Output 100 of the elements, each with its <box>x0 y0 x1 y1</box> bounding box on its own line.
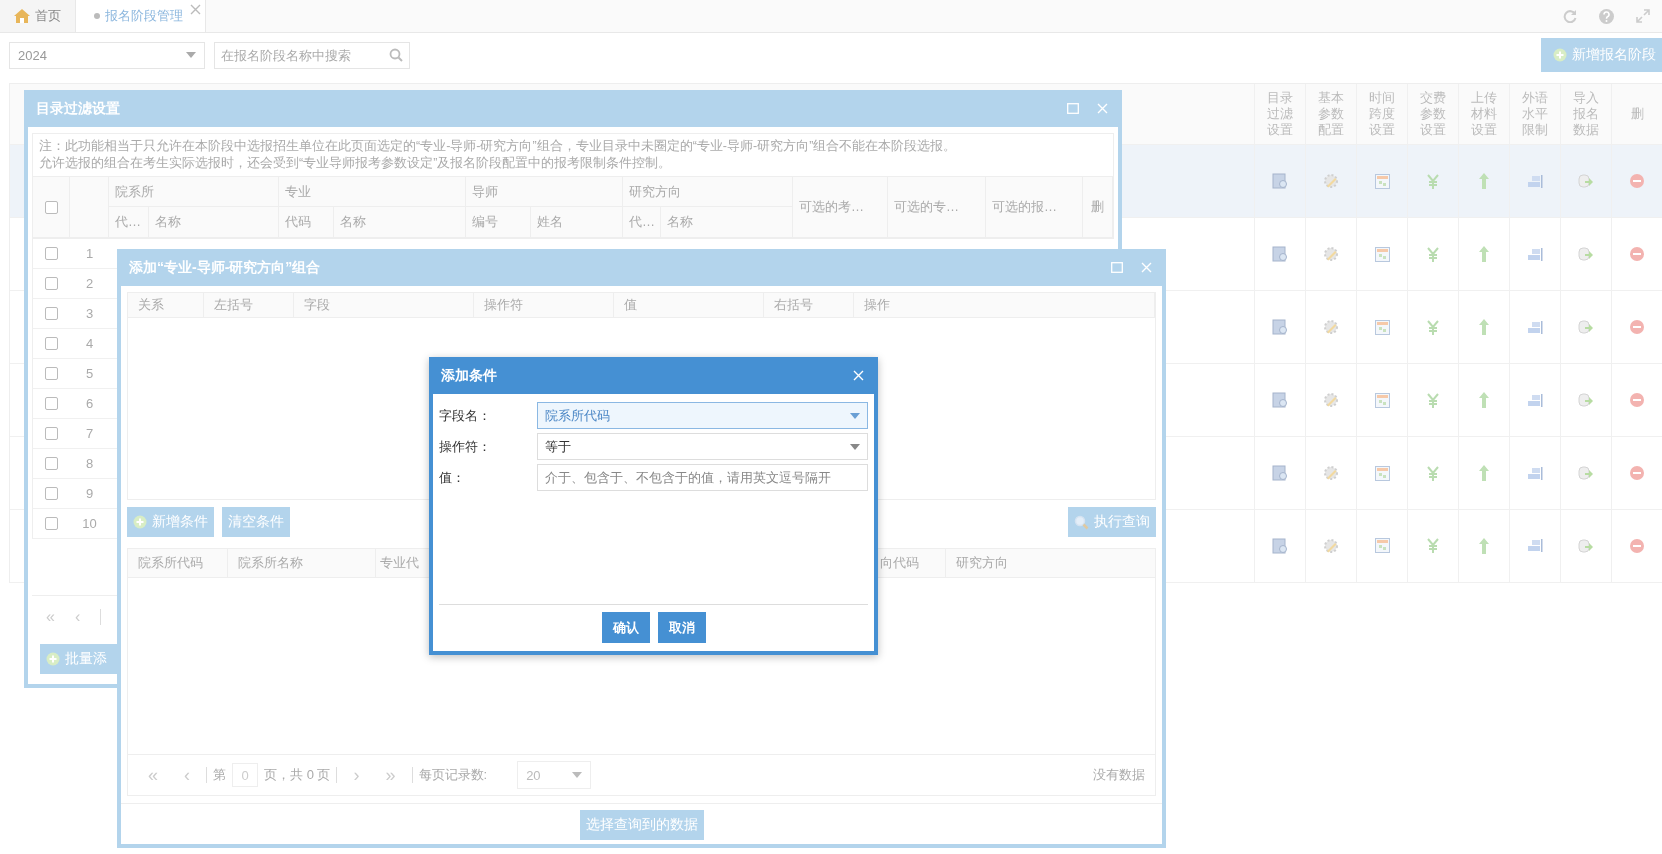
up-arrow-icon[interactable] <box>1479 173 1489 190</box>
minus-circle-icon[interactable] <box>1629 465 1645 481</box>
gear-pencil-icon[interactable] <box>1323 392 1339 409</box>
refresh-icon[interactable] <box>1563 9 1577 23</box>
calendar-icon[interactable] <box>1374 173 1390 189</box>
up-arrow-icon[interactable] <box>1479 246 1489 263</box>
column-header: 时间跨度设置 <box>1368 90 1396 139</box>
page-total: 页，共 0 页 <box>264 766 331 784</box>
checkbox[interactable] <box>45 367 58 380</box>
pager-button[interactable]: « <box>46 608 55 626</box>
yen-icon[interactable] <box>1427 173 1439 189</box>
column-header: 代… <box>115 213 141 231</box>
column-header: 上传材料设置 <box>1470 90 1498 139</box>
checkbox[interactable] <box>45 307 58 320</box>
calendar-icon[interactable] <box>1374 538 1390 554</box>
bars-icon[interactable] <box>1527 174 1543 188</box>
checkbox[interactable] <box>45 397 58 410</box>
bars-icon[interactable] <box>1527 393 1543 407</box>
year-select[interactable]: 2024 <box>9 41 205 69</box>
yen-icon[interactable] <box>1427 392 1439 408</box>
select-field[interactable]: 院系所代码 <box>537 402 868 429</box>
column-header: 代… <box>629 213 655 231</box>
calendar-icon[interactable] <box>1374 392 1390 408</box>
up-arrow-icon[interactable] <box>1479 392 1489 409</box>
last-page-button[interactable]: » <box>375 764 406 786</box>
gear-pencil-icon[interactable] <box>1323 465 1339 481</box>
up-arrow-icon[interactable] <box>1479 319 1489 336</box>
add-stage-button[interactable]: 新增报名阶段 <box>1541 38 1662 72</box>
checkbox[interactable] <box>44 200 58 214</box>
previous-page-button[interactable]: ‹ <box>174 764 200 786</box>
row-number: 6 <box>85 396 94 411</box>
maximize-icon[interactable] <box>1111 262 1123 273</box>
database-arrow-icon[interactable] <box>1578 537 1594 554</box>
up-arrow-icon[interactable] <box>1479 537 1489 554</box>
minus-circle-icon[interactable] <box>1629 537 1645 554</box>
bars-icon[interactable] <box>1527 539 1543 553</box>
checkbox[interactable] <box>45 427 58 440</box>
value-field[interactable]: 介于、包含于、不包含于的值，请用英文逗号隔开 <box>537 464 868 491</box>
note-text: 注：此功能相当于只允许在本阶段中选报招生单位在此页面选定的“专业-导师-研究方向”组合，专业目录中未圈定的“专业-导师-研究方向”组合不能在本阶段选报。 <box>39 138 958 155</box>
database-arrow-icon[interactable] <box>1578 246 1594 263</box>
database-arrow-icon[interactable] <box>1578 173 1594 190</box>
document-search-icon[interactable] <box>1272 173 1288 190</box>
bars-icon[interactable] <box>1527 320 1543 334</box>
minus-circle-icon[interactable] <box>1629 246 1645 263</box>
calendar-icon[interactable] <box>1374 465 1390 481</box>
document-search-icon[interactable] <box>1272 537 1288 554</box>
bars-icon[interactable] <box>1527 466 1543 480</box>
checkbox[interactable] <box>45 517 58 530</box>
dialog-button[interactable]: 确认 <box>601 612 650 643</box>
yen-icon[interactable] <box>1427 319 1439 335</box>
calendar-icon[interactable] <box>1374 246 1390 262</box>
select-field[interactable]: 等于 <box>537 433 868 460</box>
yen-icon[interactable] <box>1427 538 1439 554</box>
first-page-button[interactable]: « <box>138 764 168 786</box>
add-condition-button[interactable]: 新增条件 <box>127 507 214 537</box>
database-arrow-icon[interactable] <box>1578 319 1594 336</box>
help-icon[interactable] <box>1599 8 1614 24</box>
minus-circle-icon[interactable] <box>1629 173 1645 190</box>
close-icon[interactable] <box>190 4 201 15</box>
calendar-icon[interactable] <box>1374 319 1390 335</box>
minus-circle-icon[interactable] <box>1629 392 1645 409</box>
gear-pencil-icon[interactable] <box>1323 537 1339 554</box>
expand-icon[interactable] <box>1636 9 1650 23</box>
checkbox[interactable] <box>45 487 58 500</box>
tab[interactable]: 首页 <box>0 0 76 32</box>
database-arrow-icon[interactable] <box>1578 465 1594 481</box>
document-search-icon[interactable] <box>1272 319 1288 336</box>
search-icon[interactable] <box>389 47 403 62</box>
column-header: 代码 <box>285 213 311 231</box>
row-number: 7 <box>85 426 94 441</box>
select-results-button[interactable]: 选择查询到的数据 <box>579 810 704 840</box>
column-header: 右括号 <box>764 293 854 317</box>
bars-icon[interactable] <box>1527 247 1543 261</box>
checkbox[interactable] <box>45 247 58 260</box>
document-search-icon[interactable] <box>1272 392 1288 409</box>
checkbox[interactable] <box>45 277 58 290</box>
document-search-icon[interactable] <box>1272 246 1288 263</box>
column-header: 交费参数设置 <box>1419 90 1447 139</box>
batch-add-button[interactable]: 批量添 <box>40 644 120 674</box>
document-search-icon[interactable] <box>1272 465 1288 481</box>
maximize-icon[interactable] <box>1067 103 1079 114</box>
gear-pencil-icon[interactable] <box>1323 246 1339 263</box>
minus-circle-icon[interactable] <box>1629 319 1645 336</box>
page-size-select[interactable]: 20 <box>517 761 592 789</box>
checkbox[interactable] <box>45 457 58 470</box>
tab[interactable]: 报名阶段管理 <box>76 0 206 32</box>
dialog-button[interactable]: 取消 <box>657 612 706 643</box>
database-arrow-icon[interactable] <box>1578 392 1594 409</box>
next-page-button[interactable]: › <box>343 764 370 786</box>
checkbox[interactable] <box>45 337 58 350</box>
pager-button[interactable]: ‹ <box>74 608 81 626</box>
run-query-button[interactable]: 执行查询 <box>1068 507 1156 537</box>
yen-icon[interactable] <box>1427 246 1439 262</box>
gear-pencil-icon[interactable] <box>1323 173 1339 190</box>
up-arrow-icon[interactable] <box>1479 465 1489 481</box>
yen-icon[interactable] <box>1427 465 1439 481</box>
gear-pencil-icon[interactable] <box>1323 319 1339 336</box>
clear-conditions-button[interactable]: 清空条件 <box>222 507 290 537</box>
row-number: 2 <box>85 276 94 291</box>
search-field[interactable]: 在报名阶段名称中搜索 <box>214 41 410 69</box>
